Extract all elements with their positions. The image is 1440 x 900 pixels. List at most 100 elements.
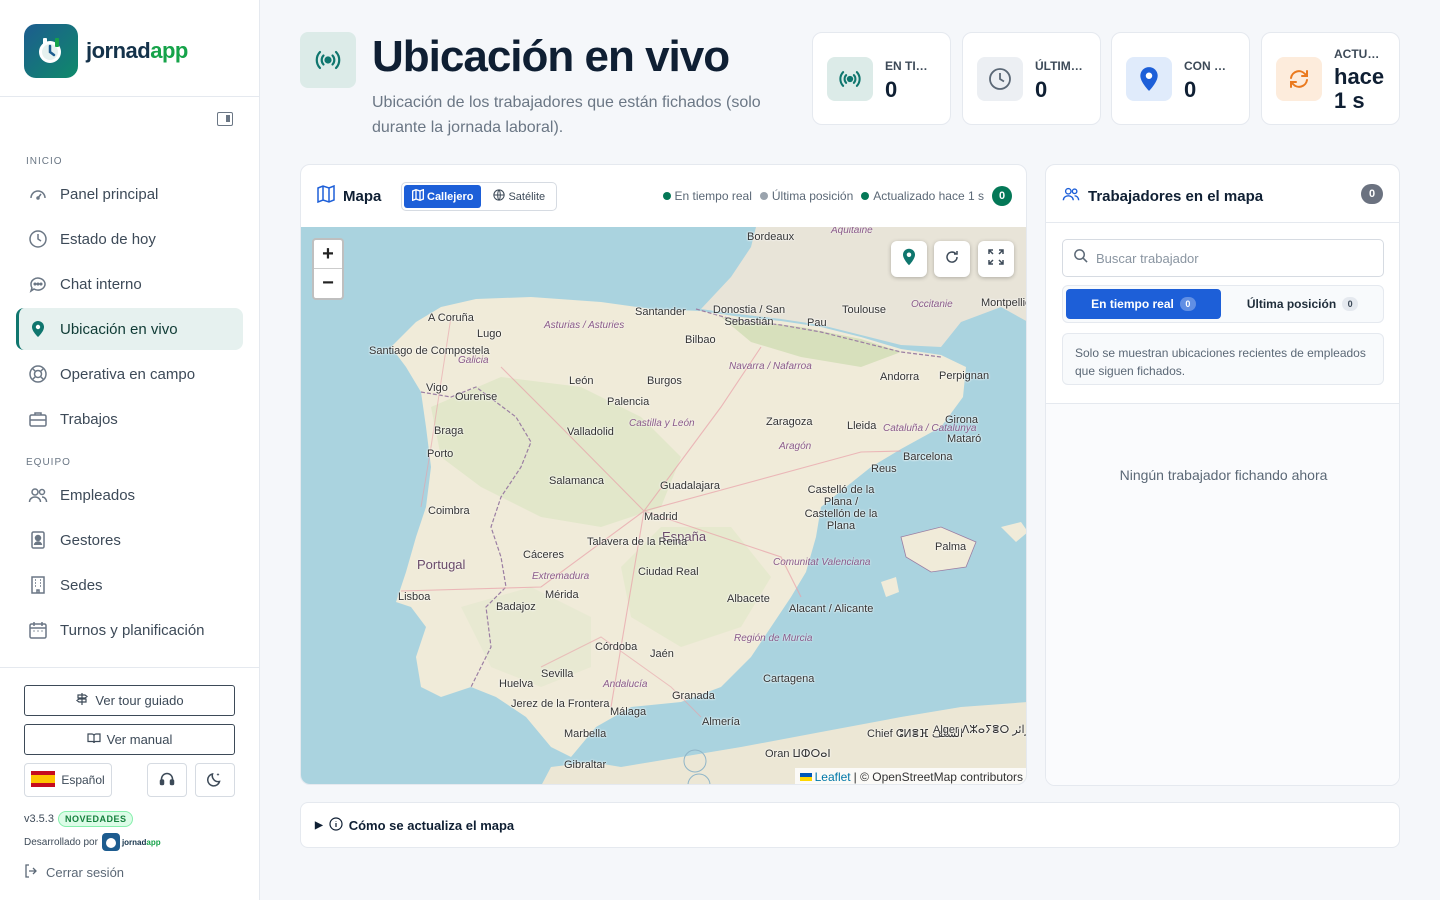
legend-live: En tiempo real — [662, 189, 752, 203]
map-city-label: Zaragoza — [766, 416, 813, 428]
map-city-label: Málaga — [610, 706, 647, 718]
center-on-workers-button[interactable] — [891, 241, 927, 277]
users-icon — [1062, 185, 1080, 207]
map-city-label: Córdoba — [595, 641, 638, 653]
sidebar: jornadapp INICIO Panel principal Estado … — [0, 0, 260, 900]
sidebar-footer-divider — [0, 667, 259, 668]
map-region-label: Región de Murcia — [734, 633, 813, 644]
sidebar-item-label: Panel principal — [60, 185, 159, 203]
map-mode-satellite-button[interactable]: Satélite — [485, 185, 553, 208]
map-city-label: Mérida — [545, 589, 579, 601]
map-city-label: Donostia / San Sebastián — [712, 304, 786, 328]
stat-value: 0 — [1035, 77, 1048, 102]
sidebar-item-panel-principal[interactable]: Panel principal — [16, 173, 243, 215]
clock-icon — [977, 57, 1023, 101]
tab-last-position[interactable]: Última posición 0 — [1225, 289, 1380, 319]
sidebar-item-gestores[interactable]: Gestores — [16, 519, 243, 561]
sidebar-item-empleados[interactable]: Empleados — [16, 474, 243, 516]
building-icon — [28, 575, 48, 595]
sidebar-item-ubicacion-en-vivo[interactable]: Ubicación en vivo — [16, 308, 243, 350]
news-badge[interactable]: NOVEDADES — [57, 811, 134, 827]
map-count-badge: 0 — [992, 186, 1012, 206]
stat-label: EN TIEMPO REAL — [885, 59, 935, 73]
map-city-label: Alger ⴷⵣⴰⵢⴻⵔ الجزائر — [933, 724, 1026, 736]
broadcast-icon — [827, 57, 873, 101]
stat-card-last-position: ÚLTIMA POSICIÓN 0 — [962, 32, 1101, 125]
map-fold-icon — [412, 188, 424, 204]
calendar-icon — [28, 620, 48, 640]
map-city-label: Granada — [672, 690, 715, 702]
workers-tabs: En tiempo real 0 Última posición 0 — [1062, 285, 1384, 323]
workers-empty-state: Ningún trabajador fichando ahora — [1119, 467, 1328, 483]
manual-button[interactable]: Ver manual — [24, 724, 235, 755]
clock-icon — [28, 229, 48, 249]
map-city-label: Santander — [635, 306, 686, 318]
map-card: Mapa Callejero Satélite En tiempo real Ú… — [300, 164, 1027, 785]
fullscreen-button[interactable] — [978, 241, 1014, 277]
workers-count-badge: 0 — [1361, 184, 1383, 204]
sidebar-item-label: Empleados — [60, 486, 136, 504]
version-info: v3.5.3 NOVEDADES — [24, 811, 134, 827]
sidebar-divider — [0, 96, 259, 97]
zoom-in-button[interactable]: + — [314, 240, 342, 269]
theme-toggle-button[interactable] — [195, 763, 235, 797]
stat-label: ÚLTIMA POSICIÓN — [1035, 59, 1085, 73]
sidebar-item-turnos-y-planificacion[interactable]: Turnos y planificación — [16, 609, 243, 651]
workers-info-note: Solo se muestran ubicaciones recientes d… — [1062, 333, 1384, 385]
ukraine-flag-icon — [799, 770, 812, 784]
stat-card-with-position: CON POSICIÓN 0 — [1111, 32, 1250, 125]
map-city-label: Palma — [935, 541, 967, 553]
map-city-label: Porto — [427, 448, 454, 460]
sidebar-item-chat-interno[interactable]: Chat interno — [16, 263, 243, 305]
sidebar-item-sedes[interactable]: Sedes — [16, 564, 243, 606]
map-region-label: Extremadura — [532, 571, 590, 582]
sidebar-item-operativa-en-campo[interactable]: Operativa en campo — [16, 353, 243, 395]
brand-logo[interactable]: jornadapp — [24, 24, 188, 78]
sidebar-item-estado-de-hoy[interactable]: Estado de hoy — [16, 218, 243, 260]
brand-name: jornadapp — [86, 38, 188, 63]
worker-search[interactable] — [1062, 239, 1384, 277]
map-city-label: Lugo — [477, 328, 502, 340]
map-canvas[interactable]: Aquitaine Occitanie Asturias / Asturies Gal… — [301, 227, 1026, 784]
sidebar-item-label: Sedes — [60, 576, 103, 594]
map-country-label: Portugal — [417, 557, 466, 572]
guided-tour-button[interactable]: Ver tour guiado — [24, 685, 235, 716]
refresh-icon — [1276, 57, 1322, 101]
map-city-label: Ciudad Real — [638, 566, 699, 578]
stat-value: 0 — [885, 77, 898, 102]
map-city-label: Palencia — [607, 396, 650, 408]
leaflet-link[interactable]: Leaflet — [815, 770, 851, 784]
map-city-label: Montpellier — [981, 297, 1026, 309]
map-zoom-control: + − — [312, 238, 344, 300]
language-selector[interactable]: Español — [24, 763, 112, 797]
map-region-label: Occitanie — [911, 299, 953, 310]
map-mode-toggle: Callejero Satélite — [401, 182, 557, 211]
support-button[interactable] — [147, 763, 187, 797]
legend-updated: Actualizado hace 1 s — [861, 189, 984, 203]
map-city-label: Bordeaux — [747, 231, 795, 243]
sidebar-item-trabajos[interactable]: Trabajos — [16, 398, 243, 440]
map-region-label: Comunitat Valenciana — [773, 557, 871, 568]
zoom-out-button[interactable]: − — [314, 269, 342, 298]
page-title: Ubicación en vivo — [372, 32, 730, 81]
workers-list — [1046, 404, 1399, 785]
refresh-map-button[interactable] — [934, 241, 970, 277]
map-update-help-toggle[interactable]: ▶ Cómo se actualiza el mapa — [300, 802, 1400, 848]
section-label-inicio: INICIO — [26, 156, 63, 167]
map-city-label: A Coruña — [428, 312, 474, 324]
briefcase-icon — [28, 409, 48, 429]
map-city-label: Albacete — [727, 593, 770, 605]
map-city-label: Jerez de la Frontera — [511, 698, 610, 710]
map-mode-street-button[interactable]: Callejero — [404, 185, 482, 208]
stat-card-updated: ACTUALIZADO hace 1 s — [1261, 32, 1400, 125]
map-region-label: Castilla y León — [629, 418, 695, 429]
map-city-label: Marbella — [564, 728, 607, 740]
logout-link[interactable]: Cerrar sesión — [24, 864, 124, 881]
search-icon — [1073, 248, 1088, 268]
worker-search-input[interactable] — [1096, 250, 1366, 266]
sidebar-collapse-icon[interactable] — [217, 112, 233, 126]
map-city-label: Huelva — [499, 678, 534, 690]
tab-live[interactable]: En tiempo real 0 — [1066, 289, 1221, 319]
chat-bubble-icon — [28, 274, 48, 294]
id-badge-icon — [28, 530, 48, 550]
